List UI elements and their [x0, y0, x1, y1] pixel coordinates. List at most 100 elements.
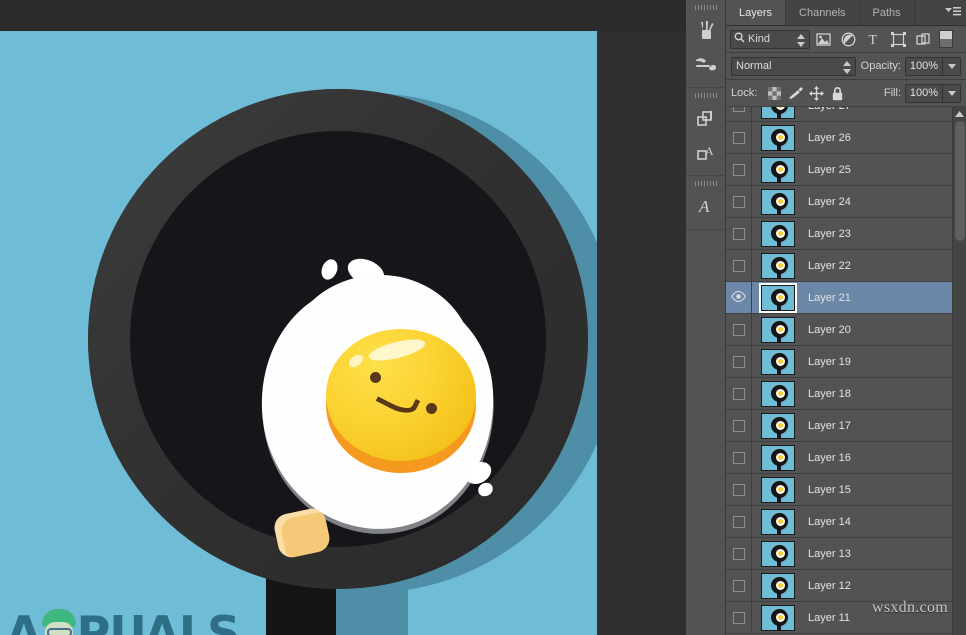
- tab-channels[interactable]: Channels: [786, 0, 859, 25]
- layer-row[interactable]: Layer 16: [726, 442, 952, 474]
- layer-name[interactable]: Layer 13: [804, 548, 851, 560]
- tab-paths[interactable]: Paths: [860, 0, 915, 25]
- layer-list-scrollbar[interactable]: [952, 107, 966, 635]
- layer-thumbnail[interactable]: [752, 157, 804, 183]
- layer-thumbnail[interactable]: [752, 605, 804, 631]
- layer-row[interactable]: Layer 21: [726, 282, 952, 314]
- layer-name[interactable]: Layer 20: [804, 324, 851, 336]
- brush-presets-icon[interactable]: [686, 47, 726, 81]
- fill-value[interactable]: 100%: [905, 84, 943, 103]
- opacity-dropdown-icon[interactable]: [943, 57, 961, 76]
- layer-visibility-checkbox[interactable]: [726, 410, 752, 442]
- layer-thumbnail[interactable]: [752, 349, 804, 375]
- scroll-up-arrow-icon[interactable]: [953, 107, 966, 120]
- layer-name[interactable]: Layer 19: [804, 356, 851, 368]
- lock-transparent-pixels-icon[interactable]: [764, 83, 785, 103]
- opacity-value[interactable]: 100%: [905, 57, 943, 76]
- layer-thumbnail[interactable]: [752, 573, 804, 599]
- lock-image-pixels-icon[interactable]: [785, 83, 806, 103]
- layer-thumbnail[interactable]: [752, 107, 804, 119]
- layer-visibility-checkbox[interactable]: [726, 218, 752, 250]
- fill-dropdown-icon[interactable]: [943, 84, 961, 103]
- layer-row[interactable]: Layer 25: [726, 154, 952, 186]
- artboard-fried-egg[interactable]: A PUALS: [0, 31, 597, 635]
- layer-name[interactable]: Layer 17: [804, 420, 851, 432]
- scrollbar-thumb[interactable]: [955, 121, 965, 241]
- layer-row[interactable]: Layer 13: [726, 538, 952, 570]
- filter-kind-select[interactable]: Kind: [730, 30, 810, 49]
- layer-thumbnail[interactable]: [752, 381, 804, 407]
- layer-row[interactable]: Layer 24: [726, 186, 952, 218]
- layer-visibility-checkbox[interactable]: [726, 107, 752, 122]
- layer-name[interactable]: Layer 26: [804, 132, 851, 144]
- dock-grip[interactable]: [695, 181, 717, 186]
- layer-visibility-checkbox[interactable]: [726, 186, 752, 218]
- panel-menu-icon[interactable]: [945, 6, 961, 20]
- layer-visibility-checkbox[interactable]: [726, 314, 752, 346]
- layer-visibility-checkbox[interactable]: [726, 378, 752, 410]
- layer-row[interactable]: Layer 22: [726, 250, 952, 282]
- layer-visibility-checkbox[interactable]: [726, 474, 752, 506]
- layer-name[interactable]: Layer 25: [804, 164, 851, 176]
- layer-name[interactable]: Layer 23: [804, 228, 851, 240]
- layer-thumbnail[interactable]: [752, 125, 804, 151]
- layer-visibility-checkbox[interactable]: [726, 346, 752, 378]
- tab-layers[interactable]: Layers: [726, 0, 786, 25]
- layer-name[interactable]: Layer 21: [804, 292, 851, 304]
- layer-thumbnail[interactable]: [752, 477, 804, 503]
- layer-thumbnail[interactable]: [752, 189, 804, 215]
- layer-row[interactable]: Layer 17: [726, 410, 952, 442]
- lock-position-icon[interactable]: [806, 83, 827, 103]
- layer-thumbnail[interactable]: [752, 253, 804, 279]
- layer-visibility-checkbox[interactable]: [726, 538, 752, 570]
- layer-name[interactable]: Layer 14: [804, 516, 851, 528]
- layer-visibility-checkbox[interactable]: [726, 506, 752, 538]
- layer-row[interactable]: Layer 11: [726, 602, 952, 634]
- layer-row[interactable]: Layer 27: [726, 107, 952, 122]
- layer-thumbnail[interactable]: [752, 445, 804, 471]
- filter-smart-object-icon[interactable]: [912, 29, 935, 49]
- layer-row[interactable]: Layer 15: [726, 474, 952, 506]
- filter-type-icon[interactable]: T: [862, 29, 885, 49]
- layer-visibility-checkbox[interactable]: [726, 602, 752, 634]
- layer-thumbnail[interactable]: [752, 413, 804, 439]
- layer-visibility-checkbox[interactable]: [726, 570, 752, 602]
- layer-thumbnail[interactable]: [752, 509, 804, 535]
- character-icon[interactable]: A: [686, 189, 726, 223]
- blend-mode-select[interactable]: Normal: [731, 57, 856, 76]
- dock-grip[interactable]: [695, 5, 717, 10]
- layer-row[interactable]: Layer 20: [726, 314, 952, 346]
- filter-pixel-icon[interactable]: [812, 29, 835, 49]
- layer-row[interactable]: Layer 14: [726, 506, 952, 538]
- layer-row[interactable]: Layer 19: [726, 346, 952, 378]
- paragraph-styles-icon[interactable]: A: [686, 135, 726, 169]
- layer-row[interactable]: Layer 26: [726, 122, 952, 154]
- layer-name[interactable]: Layer 15: [804, 484, 851, 496]
- filter-toggle-switch[interactable]: [939, 30, 953, 48]
- layer-thumbnail[interactable]: [752, 541, 804, 567]
- layer-name[interactable]: Layer 24: [804, 196, 851, 208]
- layer-name[interactable]: Layer 22: [804, 260, 851, 272]
- layer-list[interactable]: Layer 27 Layer 26 Layer 25 Layer 24 Layer 23…: [726, 107, 952, 635]
- layer-visibility-checkbox[interactable]: [726, 154, 752, 186]
- layer-row[interactable]: Layer 12: [726, 570, 952, 602]
- layer-visibility-checkbox[interactable]: [726, 122, 752, 154]
- layer-comps-icon[interactable]: [686, 101, 726, 135]
- layer-row[interactable]: Layer 18: [726, 378, 952, 410]
- layer-row[interactable]: Layer 23: [726, 218, 952, 250]
- layer-name[interactable]: Layer 12: [804, 580, 851, 592]
- filter-shape-icon[interactable]: [887, 29, 910, 49]
- dock-grip[interactable]: [695, 93, 717, 98]
- layer-thumbnail[interactable]: [752, 221, 804, 247]
- layer-name[interactable]: Layer 16: [804, 452, 851, 464]
- document-window[interactable]: A PUALS: [0, 31, 597, 635]
- brushes-icon[interactable]: [686, 13, 726, 47]
- layer-visibility-eye-icon[interactable]: [726, 282, 752, 314]
- lock-all-icon[interactable]: [827, 83, 848, 103]
- layer-thumbnail[interactable]: [752, 285, 804, 311]
- layer-name[interactable]: Layer 11: [804, 612, 850, 624]
- filter-adjustment-icon[interactable]: [837, 29, 860, 49]
- layer-name[interactable]: Layer 18: [804, 388, 851, 400]
- layer-visibility-checkbox[interactable]: [726, 250, 752, 282]
- layer-thumbnail[interactable]: [752, 317, 804, 343]
